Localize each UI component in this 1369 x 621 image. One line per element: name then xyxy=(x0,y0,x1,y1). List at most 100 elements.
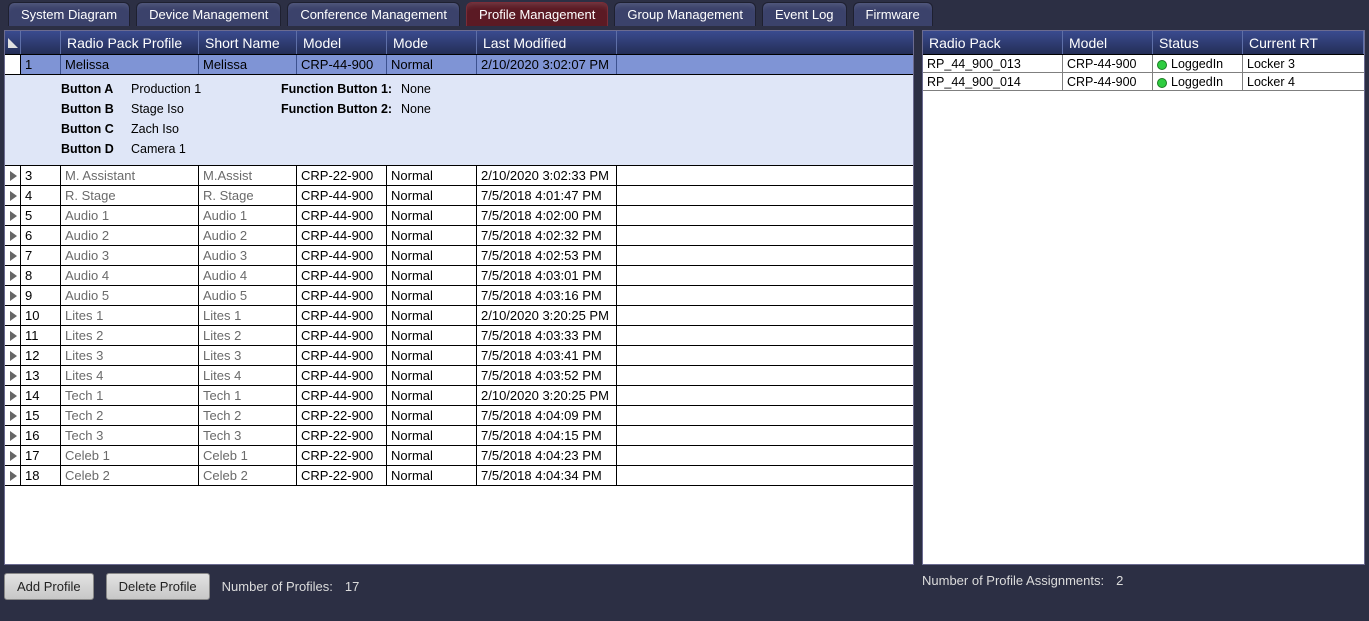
expand-row-icon[interactable] xyxy=(5,446,21,465)
expand-row-icon[interactable] xyxy=(5,306,21,325)
expand-row-icon[interactable] xyxy=(5,386,21,405)
expand-row-icon[interactable] xyxy=(5,246,21,265)
status-dot-icon xyxy=(1157,78,1167,88)
expand-row-icon[interactable] xyxy=(5,266,21,285)
cell-model: CRP-44-900 xyxy=(297,366,387,385)
cell-date: 7/5/2018 4:01:47 PM xyxy=(477,186,617,205)
cell-spacer xyxy=(617,386,913,405)
assignments-bottom-bar: Number of Profile Assignments: 2 xyxy=(922,565,1365,588)
add-profile-button[interactable]: Add Profile xyxy=(4,573,94,600)
expand-row-icon[interactable] xyxy=(5,226,21,245)
cell-spacer xyxy=(617,226,913,245)
expand-row-icon[interactable] xyxy=(5,346,21,365)
profiles-bottom-bar: Add Profile Delete Profile Number of Pro… xyxy=(4,565,914,600)
expand-row-icon[interactable] xyxy=(5,466,21,485)
cell-model: CRP-22-900 xyxy=(297,426,387,445)
expand-all-icon[interactable] xyxy=(5,31,21,54)
profile-row[interactable]: 15Tech 2Tech 2CRP-22-900Normal7/5/2018 4… xyxy=(5,406,913,426)
cell-mode: Normal xyxy=(387,246,477,265)
expand-row-icon[interactable] xyxy=(5,166,21,185)
expand-row-icon[interactable] xyxy=(5,55,21,74)
cell-spacer xyxy=(617,55,913,74)
profiles-count-value: 17 xyxy=(345,579,359,594)
profile-row[interactable]: 13Lites 4Lites 4CRP-44-900Normal7/5/2018… xyxy=(5,366,913,386)
assignment-row[interactable]: RP_44_900_014CRP-44-900LoggedInLocker 4 xyxy=(923,73,1364,91)
profile-grid: Radio Pack Profile Short Name Model Mode… xyxy=(4,30,914,565)
profile-row[interactable]: 8Audio 4Audio 4CRP-44-900Normal7/5/2018 … xyxy=(5,266,913,286)
expand-row-icon[interactable] xyxy=(5,426,21,445)
col-name[interactable]: Radio Pack Profile xyxy=(61,31,199,54)
profile-row[interactable]: 9Audio 5Audio 5CRP-44-900Normal7/5/2018 … xyxy=(5,286,913,306)
profile-row[interactable]: 4R. StageR. StageCRP-44-900Normal7/5/201… xyxy=(5,186,913,206)
cell-short: Audio 1 xyxy=(199,206,297,225)
tab-group-management[interactable]: Group Management xyxy=(614,2,756,26)
profile-row[interactable]: 6Audio 2Audio 2CRP-44-900Normal7/5/2018 … xyxy=(5,226,913,246)
profile-row[interactable]: 10Lites 1Lites 1CRP-44-900Normal2/10/202… xyxy=(5,306,913,326)
cell-current-rt: Locker 4 xyxy=(1243,73,1364,90)
cell-short: R. Stage xyxy=(199,186,297,205)
cell-model: CRP-44-900 xyxy=(297,346,387,365)
col-status[interactable]: Status xyxy=(1153,31,1243,54)
expand-row-icon[interactable] xyxy=(5,186,21,205)
cell-name: Audio 1 xyxy=(61,206,199,225)
col-index[interactable] xyxy=(21,31,61,54)
cell-rp-model: CRP-44-900 xyxy=(1063,55,1153,72)
button-d-label: Button D xyxy=(61,139,131,159)
cell-spacer xyxy=(617,306,913,325)
col-current-rt[interactable]: Current RT xyxy=(1243,31,1364,54)
tab-system-diagram[interactable]: System Diagram xyxy=(8,2,130,26)
profile-row[interactable]: 16Tech 3Tech 3CRP-22-900Normal7/5/2018 4… xyxy=(5,426,913,446)
func2-value: None xyxy=(401,99,431,119)
cell-name: Lites 2 xyxy=(61,326,199,345)
col-rp-model[interactable]: Model xyxy=(1063,31,1153,54)
profile-row[interactable]: 7Audio 3Audio 3CRP-44-900Normal7/5/2018 … xyxy=(5,246,913,266)
expand-row-icon[interactable] xyxy=(5,326,21,345)
assignment-row[interactable]: RP_44_900_013CRP-44-900LoggedInLocker 3 xyxy=(923,55,1364,73)
cell-name: Audio 5 xyxy=(61,286,199,305)
tab-device-management[interactable]: Device Management xyxy=(136,2,281,26)
expand-row-icon[interactable] xyxy=(5,406,21,425)
col-model[interactable]: Model xyxy=(297,31,387,54)
delete-profile-button[interactable]: Delete Profile xyxy=(106,573,210,600)
col-date[interactable]: Last Modified xyxy=(477,31,617,54)
profile-row[interactable]: 14Tech 1Tech 1CRP-44-900Normal2/10/2020 … xyxy=(5,386,913,406)
cell-name: Tech 3 xyxy=(61,426,199,445)
col-short[interactable]: Short Name xyxy=(199,31,297,54)
tab-conference-management[interactable]: Conference Management xyxy=(287,2,460,26)
cell-model: CRP-22-900 xyxy=(297,166,387,185)
cell-short: Audio 5 xyxy=(199,286,297,305)
expand-row-icon[interactable] xyxy=(5,366,21,385)
profile-row[interactable]: 3M. AssistantM.AssistCRP-22-900Normal2/1… xyxy=(5,166,913,186)
profile-row[interactable]: 18Celeb 2Celeb 2CRP-22-900Normal7/5/2018… xyxy=(5,466,913,486)
cell-date: 7/5/2018 4:03:41 PM xyxy=(477,346,617,365)
cell-name: Celeb 1 xyxy=(61,446,199,465)
profile-row[interactable]: 1MelissaMelissaCRP-44-900Normal2/10/2020… xyxy=(5,55,913,75)
profile-row[interactable]: 17Celeb 1Celeb 1CRP-22-900Normal7/5/2018… xyxy=(5,446,913,466)
cell-mode: Normal xyxy=(387,346,477,365)
cell-short: Tech 1 xyxy=(199,386,297,405)
cell-model: CRP-44-900 xyxy=(297,206,387,225)
col-mode[interactable]: Mode xyxy=(387,31,477,54)
expand-row-icon[interactable] xyxy=(5,286,21,305)
profile-row[interactable]: 12Lites 3Lites 3CRP-44-900Normal7/5/2018… xyxy=(5,346,913,366)
cell-spacer xyxy=(617,206,913,225)
cell-radio-pack: RP_44_900_013 xyxy=(923,55,1063,72)
cell-model: CRP-44-900 xyxy=(297,326,387,345)
cell-model: CRP-44-900 xyxy=(297,286,387,305)
profile-row[interactable]: 5Audio 1Audio 1CRP-44-900Normal7/5/2018 … xyxy=(5,206,913,226)
expand-row-icon[interactable] xyxy=(5,206,21,225)
cell-spacer xyxy=(617,366,913,385)
cell-mode: Normal xyxy=(387,286,477,305)
profile-row[interactable]: 11Lites 2Lites 2CRP-44-900Normal7/5/2018… xyxy=(5,326,913,346)
cell-index: 12 xyxy=(21,346,61,365)
cell-index: 15 xyxy=(21,406,61,425)
tab-profile-management[interactable]: Profile Management xyxy=(466,2,608,26)
tab-event-log[interactable]: Event Log xyxy=(762,2,847,26)
cell-mode: Normal xyxy=(387,446,477,465)
cell-name: Melissa xyxy=(61,55,199,74)
tab-firmware[interactable]: Firmware xyxy=(853,2,933,26)
profiles-panel: Radio Pack Profile Short Name Model Mode… xyxy=(0,26,918,621)
cell-date: 7/5/2018 4:02:00 PM xyxy=(477,206,617,225)
col-radio-pack[interactable]: Radio Pack xyxy=(923,31,1063,54)
profile-detail: Button AProduction 1Function Button 1:No… xyxy=(5,75,913,166)
